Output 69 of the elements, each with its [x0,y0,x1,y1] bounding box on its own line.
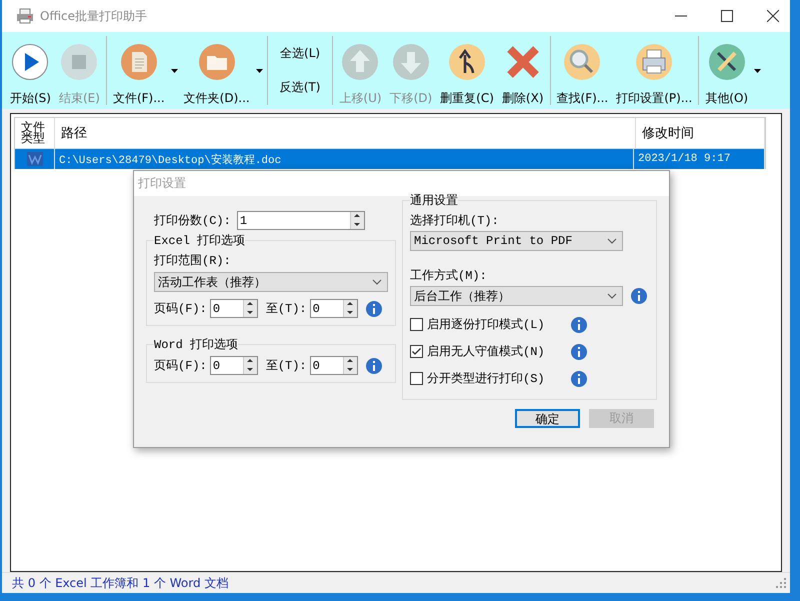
printer-icon [16,8,34,24]
search-icon [563,42,602,80]
close-icon[interactable] [767,10,779,22]
toolbar-button[interactable]: 查找(F)... [552,34,612,106]
dialog-title: 打印设置 [138,175,186,192]
print-range-dropdown[interactable]: 活动工作表（推荐） [154,272,388,292]
work-mode-dropdown[interactable]: 后台工作（推荐） [410,286,623,306]
table-row[interactable]: C:\Users\28479\Desktop\安装教程.doc 2023/1/18 9:17 [15,149,765,169]
field-label: 选择打印机(T): [410,213,500,229]
toolbar-button[interactable]: 打印设置(P)... [612,34,696,106]
info-icon[interactable] [571,370,587,386]
chevron-down-icon [607,293,617,299]
group-title: 通用设置 [410,193,458,209]
page-to-spin-field[interactable]: 0 [310,356,358,375]
toolbar-button[interactable]: 全选(L) [276,44,324,62]
copies-spin-field[interactable]: 1 [236,211,365,230]
info-icon[interactable] [366,358,382,374]
dialog-button[interactable]: 确定 [515,409,580,428]
stop-icon [60,42,98,80]
field-label: 至(T): [266,301,307,317]
checkbox-label: 分开类型进行打印(S) [427,371,546,387]
page-to-spin-field[interactable]: 0 [310,299,358,318]
folder-icon [198,42,236,80]
column-header[interactable]: 文件类型 [15,118,55,148]
toolbar-button[interactable]: 删重复(C) [436,34,498,106]
page-from-spin-field[interactable]: 0 [210,356,258,375]
info-icon[interactable] [366,300,382,316]
field-label: 至(T): [266,358,307,374]
toolbar-button[interactable]: 开始(S) [6,34,55,106]
printer-icon [635,42,674,80]
document-icon [120,42,158,80]
page-from-spin-field[interactable]: 0 [210,299,258,318]
column-header[interactable]: 修改时间 [636,118,765,148]
chevron-down-icon [372,279,382,285]
group-title: Excel 打印选项 [154,233,246,249]
dropdown-caret-icon[interactable] [170,68,178,72]
toolbar-button[interactable]: 文件夹(D)... [180,34,254,106]
chevron-down-icon [607,238,617,244]
field-label: 页码(F): [154,358,207,374]
toolbar-button[interactable]: 反选(T) [276,79,324,96]
checkbox-label: 启用逐份打印模式(L) [427,317,546,333]
checkbox[interactable] [410,372,423,385]
field-label: 打印范围(R): [154,253,232,269]
info-icon[interactable] [571,316,587,332]
window-title: Office批量打印助手 [40,8,148,24]
column-header[interactable]: 路径 [55,118,636,148]
maximize-icon[interactable] [721,10,733,22]
info-icon[interactable] [631,288,647,304]
field-label: 打印份数(C): [154,213,231,229]
group-title: Word 打印选项 [154,337,238,353]
table-cell: C:\Users\28479\Desktop\安装教程.doc [55,149,634,169]
word-file-icon [26,152,42,166]
checkbox-label: 启用无人守值模式(N) [427,344,546,360]
toolbar-button[interactable]: 删除(X) [498,34,548,106]
dropdown-caret-icon[interactable] [256,68,263,72]
field-label: 页码(F): [154,301,207,317]
resize-grip-icon[interactable] [776,578,786,588]
table-cell: 2023/1/18 9:17 [634,149,765,169]
toolbar-button[interactable]: 其他(O) [701,34,752,106]
printer-dropdown[interactable]: Microsoft Print to PDF [410,231,623,251]
status-text: 共 0 个 Excel 工作簿和 1 个 Word 文档 [12,574,228,592]
tools-icon [708,42,746,80]
field-label: 工作方式(M): [410,268,488,284]
play-icon [11,42,50,80]
info-icon[interactable] [571,344,587,360]
dropdown-caret-icon[interactable] [754,68,762,72]
checkbox[interactable] [410,318,423,331]
toolbar-button[interactable]: 文件(F)... [108,34,169,106]
checkbox[interactable] [410,345,423,358]
